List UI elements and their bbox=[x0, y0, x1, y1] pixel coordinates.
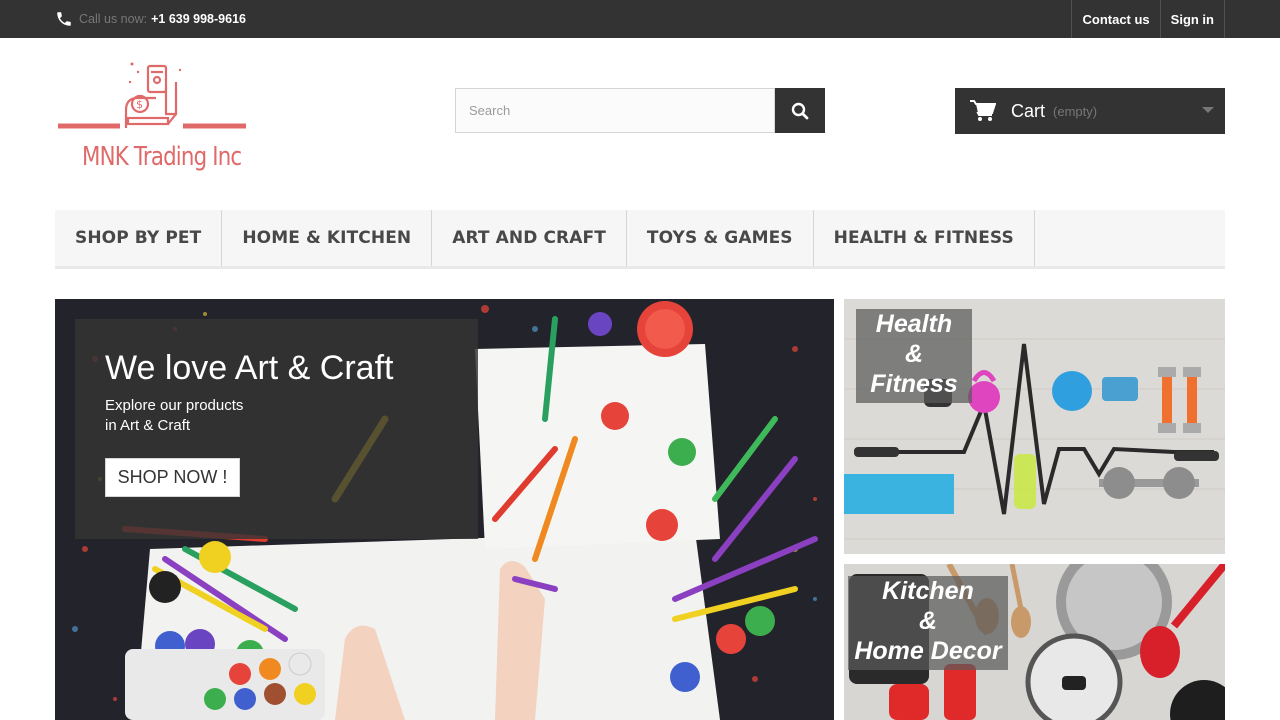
banner-caption-line: & bbox=[904, 340, 924, 368]
contact-us-link[interactable]: Contact us bbox=[1071, 0, 1159, 38]
cart-label: Cart bbox=[1011, 100, 1046, 121]
logo[interactable]: $ MNK Trading Inc bbox=[56, 58, 248, 184]
top-bar: Call us now: +1 639 998-9616 Contact us … bbox=[0, 0, 1280, 38]
call-us: Call us now: +1 639 998-9616 bbox=[55, 0, 246, 38]
shop-now-button[interactable]: SHOP NOW ! bbox=[105, 458, 240, 497]
top-links: Contact us Sign in bbox=[1071, 0, 1225, 38]
menu-item-label: SHOP BY PET bbox=[75, 228, 202, 248]
hero-subtitle-line: in Art & Craft bbox=[105, 417, 191, 434]
menu-item-home-kitchen[interactable]: HOME & KITCHEN bbox=[222, 210, 433, 266]
banner-caption-line: Kitchen bbox=[882, 577, 974, 605]
hero-title: We love Art & Craft bbox=[105, 349, 394, 387]
banner-caption-line: Fitness bbox=[870, 370, 958, 398]
menu-item-toys-games[interactable]: TOYS & GAMES bbox=[627, 210, 814, 266]
phone-icon bbox=[57, 12, 71, 26]
menu-item-shop-by-pet[interactable]: SHOP BY PET bbox=[55, 210, 223, 266]
shopping-cart-icon bbox=[970, 100, 996, 121]
banner-caption: Health & Fitness bbox=[856, 309, 972, 403]
hero-slider[interactable]: We love Art & Craft Explore our products… bbox=[55, 299, 834, 720]
banner-health-fitness[interactable]: Health & Fitness bbox=[844, 299, 1225, 554]
cart-status: (empty) bbox=[1053, 103, 1098, 119]
banner-caption: Kitchen & Home Decor bbox=[848, 576, 1008, 670]
logo-text: MNK Trading Inc bbox=[82, 142, 242, 172]
menu-item-label: TOYS & GAMES bbox=[646, 228, 793, 248]
sign-in-link[interactable]: Sign in bbox=[1159, 0, 1225, 38]
menu-item-label: HOME & KITCHEN bbox=[242, 228, 412, 248]
menu-item-label: HEALTH & FITNESS bbox=[833, 228, 1014, 248]
phone-number[interactable]: +1 639 998-9616 bbox=[151, 12, 246, 26]
menu-item-label: ART AND CRAFT bbox=[452, 228, 606, 248]
banner-caption-line: Health bbox=[875, 310, 953, 338]
svg-text:$: $ bbox=[136, 98, 143, 111]
banner-kitchen-home-decor[interactable]: Kitchen & Home Decor bbox=[844, 564, 1225, 720]
cart-button[interactable]: Cart (empty) bbox=[955, 88, 1225, 134]
hero-subtitle-line: Explore our products bbox=[105, 397, 244, 414]
chevron-down-icon[interactable] bbox=[1202, 107, 1214, 113]
menu-item-health-fitness[interactable]: HEALTH & FITNESS bbox=[814, 210, 1035, 266]
menu-item-art-and-craft[interactable]: ART AND CRAFT bbox=[432, 210, 627, 266]
banner-caption-line: & bbox=[918, 607, 938, 635]
banner-caption-line: Home Decor bbox=[854, 637, 1002, 665]
hero-caption: We love Art & Craft Explore our products… bbox=[75, 319, 478, 539]
search-icon bbox=[791, 102, 809, 119]
search-button[interactable] bbox=[775, 88, 825, 133]
search-input[interactable] bbox=[455, 88, 775, 133]
call-label: Call us now: bbox=[79, 12, 148, 26]
main-menu: SHOP BY PET HOME & KITCHEN ART AND CRAFT… bbox=[55, 210, 1225, 269]
hero-subtitle: Explore our products in Art & Craft bbox=[105, 396, 325, 436]
